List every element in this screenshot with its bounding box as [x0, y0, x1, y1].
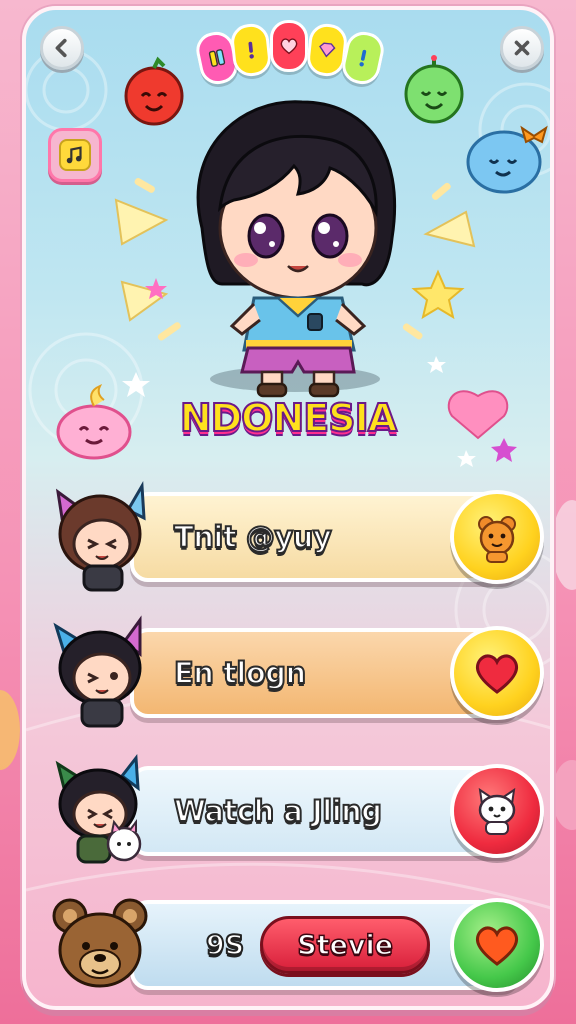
menu-label-1: Tnit @yuy: [173, 519, 333, 555]
cat-icon: [478, 787, 516, 835]
menu-row-3[interactable]: Watch a Jling: [55, 753, 544, 864]
game-title: NDONESIA: [179, 395, 398, 441]
badge-heart[interactable]: [270, 20, 308, 72]
girl-with-kitten-avatar: [55, 753, 142, 864]
exclamation-icon: [359, 49, 367, 67]
heart-icon: [280, 38, 298, 55]
chevron-left-icon: [55, 38, 67, 58]
menu-icon-button-3[interactable]: [450, 764, 544, 858]
background-bubble: [0, 690, 20, 770]
gem-icon: [319, 42, 336, 58]
cat-ear-girl-avatar: [55, 480, 146, 592]
background-bubble: [552, 500, 576, 590]
background-bubble: [552, 760, 576, 830]
menu-icon-button-2[interactable]: [450, 626, 544, 720]
hero-character-avatar: [196, 100, 397, 398]
bear-icon: [478, 516, 516, 563]
menu-icon-button-1[interactable]: [450, 490, 544, 584]
exclamation-icon: [248, 41, 254, 59]
menu-row-4[interactable]: 9S Stevie: [52, 896, 544, 996]
top-badge-row: [193, 20, 387, 88]
menu-icon-button-4[interactable]: [450, 898, 544, 992]
menu-row-1[interactable]: Tnit @yuy: [55, 480, 544, 592]
menu-label-2: En tlogn: [173, 655, 307, 691]
heart-icon: [475, 926, 519, 966]
stevie-button[interactable]: Stevie: [260, 916, 431, 974]
badge-alert-yellow[interactable]: [229, 22, 273, 78]
cat-ear-boy-avatar: [53, 615, 142, 728]
close-button[interactable]: [500, 26, 544, 70]
gem-icon: [208, 49, 226, 67]
heart-icon: [475, 654, 519, 694]
bear-avatar: [52, 898, 148, 988]
close-icon: [514, 40, 530, 56]
count-label: 9S: [205, 929, 245, 962]
menu-row-2[interactable]: En tlogn: [53, 615, 544, 728]
menu-label-3: Watch a Jling: [173, 793, 383, 829]
back-button[interactable]: [40, 26, 84, 70]
main-panel: NDONESIA Tnit @yuy En tlogn Watch a Jlin…: [22, 6, 554, 1010]
